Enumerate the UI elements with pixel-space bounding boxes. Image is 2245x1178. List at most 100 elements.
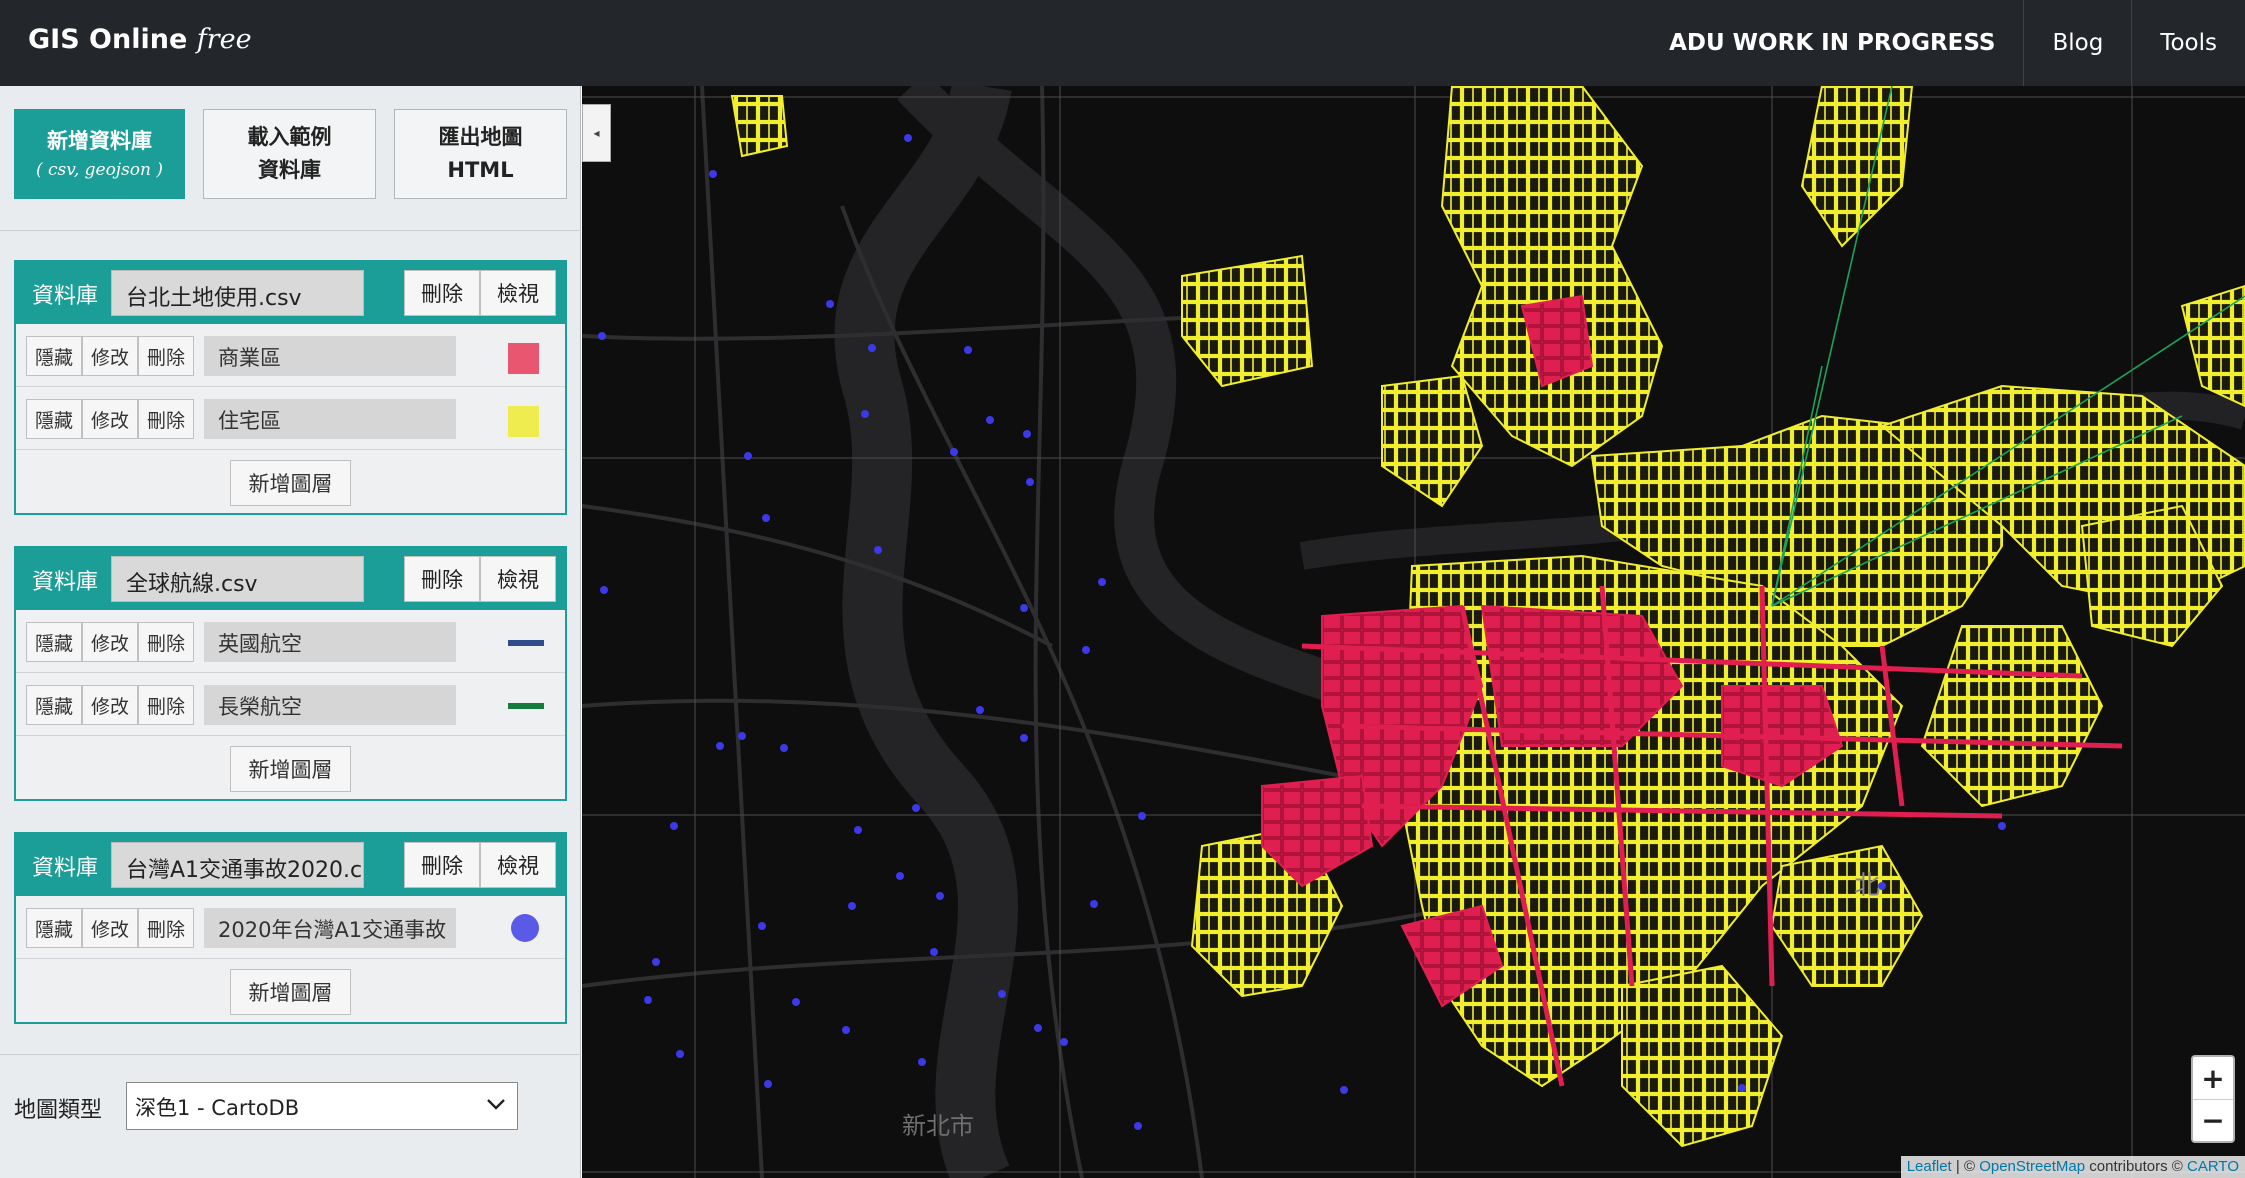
database-actions: 刪除 檢視	[404, 270, 556, 316]
view-database-button[interactable]: 檢視	[480, 842, 556, 888]
chevron-down-icon	[485, 1089, 507, 1124]
view-database-button[interactable]: 檢視	[480, 270, 556, 316]
layer-point-swatch[interactable]	[511, 914, 539, 942]
hide-layer-button[interactable]: 隱藏	[26, 908, 82, 948]
add-layer-button[interactable]: 新增圖層	[230, 746, 351, 792]
brand-name: GIS Online	[28, 24, 188, 55]
layer-actions: 隱藏 修改 刪除	[26, 336, 194, 376]
database-filename: 台北土地使用.csv	[111, 270, 364, 316]
database-label: 資料庫	[32, 284, 99, 309]
divider	[0, 230, 581, 231]
layer-row: 隱藏 修改 刪除 住宅區	[16, 387, 565, 450]
divider	[0, 1054, 581, 1055]
layer-actions: 隱藏 修改 刪除	[26, 399, 194, 439]
delete-layer-button[interactable]: 刪除	[138, 685, 194, 725]
layer-name: 長榮航空	[204, 685, 456, 725]
layer-name: 2020年台灣A1交通事故	[204, 908, 456, 948]
zoom-out-button[interactable]: −	[2193, 1099, 2233, 1141]
new-database-button[interactable]: 新增資料庫 ( csv, geojson )	[14, 109, 185, 199]
layer-actions: 隱藏 修改 刪除	[26, 908, 194, 948]
map-type-value: 深色1 - CartoDB	[135, 1096, 300, 1120]
database-card: 資料庫 全球航線.csv 刪除 檢視 隱藏 修改 刪除 英國航空 隱藏 修改 刪…	[14, 546, 567, 801]
edit-layer-button[interactable]: 修改	[82, 908, 138, 948]
map-type-label: 地圖類型	[14, 1098, 103, 1123]
load-example-button[interactable]: 載入範例 資料庫	[203, 109, 376, 199]
add-layer-row: 新增圖層	[16, 450, 565, 513]
layer-actions: 隱藏 修改 刪除	[26, 685, 194, 725]
collapse-sidebar-button[interactable]: ◂	[582, 104, 611, 162]
database-card: 資料庫 台灣A1交通事故2020.csv 刪除 檢視 隱藏 修改 刪除 2020…	[14, 832, 567, 1024]
layer-color-swatch[interactable]	[508, 406, 539, 437]
layer-line-swatch[interactable]	[508, 703, 544, 709]
nav-links: ADU WORK IN PROGRESS Blog Tools	[1641, 0, 2245, 86]
delete-layer-button[interactable]: 刪除	[138, 336, 194, 376]
map-attribution: Leaflet | © OpenStreetMap contributors ©…	[1900, 1156, 2245, 1178]
new-database-hint: ( csv, geojson )	[35, 160, 164, 181]
load-example-line1: 載入範例	[247, 125, 332, 150]
database-header: 資料庫 台灣A1交通事故2020.csv 刪除 檢視	[16, 834, 565, 896]
add-layer-row: 新增圖層	[16, 736, 565, 799]
attribution-sep: | ©	[1951, 1158, 1980, 1175]
map-canvas[interactable]: 新北市 北 ◂ + − Leaflet | © OpenStreetMap co…	[582, 86, 2245, 1178]
map-type-select[interactable]: 深色1 - CartoDB	[126, 1082, 518, 1130]
database-actions: 刪除 檢視	[404, 842, 556, 888]
map-label-new-taipei: 新北市	[902, 1112, 974, 1140]
brand-suffix: free	[196, 24, 252, 55]
zoom-control: + −	[2191, 1055, 2235, 1143]
hide-layer-button[interactable]: 隱藏	[26, 399, 82, 439]
database-label: 資料庫	[32, 856, 99, 881]
layer-name: 英國航空	[204, 622, 456, 662]
delete-database-button[interactable]: 刪除	[404, 842, 480, 888]
export-html-button[interactable]: 匯出地圖 HTML	[394, 109, 567, 199]
layer-row: 隱藏 修改 刪除 英國航空	[16, 610, 565, 673]
zoom-in-button[interactable]: +	[2193, 1057, 2233, 1099]
leaflet-link[interactable]: Leaflet	[1907, 1158, 1952, 1175]
carto-link[interactable]: CARTO	[2187, 1158, 2239, 1175]
database-actions: 刪除 檢視	[404, 556, 556, 602]
nav-blog[interactable]: Blog	[2023, 0, 2131, 86]
delete-layer-button[interactable]: 刪除	[138, 399, 194, 439]
layer-name: 商業區	[204, 336, 456, 376]
delete-layer-button[interactable]: 刪除	[138, 908, 194, 948]
layer-name: 住宅區	[204, 399, 456, 439]
database-label: 資料庫	[32, 570, 99, 595]
delete-database-button[interactable]: 刪除	[404, 270, 480, 316]
edit-layer-button[interactable]: 修改	[82, 622, 138, 662]
new-database-label: 新增資料庫	[47, 128, 152, 153]
view-database-button[interactable]: 檢視	[480, 556, 556, 602]
database-header: 資料庫 台北土地使用.csv 刪除 檢視	[16, 262, 565, 324]
openstreetmap-link[interactable]: OpenStreetMap	[1979, 1158, 2085, 1175]
add-layer-button[interactable]: 新增圖層	[230, 969, 351, 1015]
nav-adu-work-in-progress[interactable]: ADU WORK IN PROGRESS	[1641, 0, 2023, 86]
delete-database-button[interactable]: 刪除	[404, 556, 480, 602]
top-action-buttons: 新增資料庫 ( csv, geojson ) 載入範例 資料庫 匯出地圖 HTM…	[14, 109, 567, 199]
layer-color-swatch[interactable]	[508, 343, 539, 374]
attribution-sep: contributors ©	[2085, 1158, 2188, 1175]
export-line1: 匯出地圖	[438, 125, 523, 150]
hide-layer-button[interactable]: 隱藏	[26, 685, 82, 725]
navbar: GIS Online free ADU WORK IN PROGRESS Blo…	[0, 0, 2245, 86]
database-filename: 台灣A1交通事故2020.csv	[111, 842, 364, 888]
edit-layer-button[interactable]: 修改	[82, 685, 138, 725]
edit-layer-button[interactable]: 修改	[82, 399, 138, 439]
basemap: 新北市 北	[582, 86, 2245, 1178]
layer-row: 隱藏 修改 刪除 商業區	[16, 324, 565, 387]
export-line2: HTML	[447, 158, 514, 182]
layer-row: 隱藏 修改 刪除 2020年台灣A1交通事故	[16, 896, 565, 959]
nav-tools[interactable]: Tools	[2131, 0, 2245, 86]
database-filename: 全球航線.csv	[111, 556, 364, 602]
database-card: 資料庫 台北土地使用.csv 刪除 檢視 隱藏 修改 刪除 商業區 隱藏 修改 …	[14, 260, 567, 515]
sidebar: 新增資料庫 ( csv, geojson ) 載入範例 資料庫 匯出地圖 HTM…	[0, 86, 581, 1178]
add-layer-button[interactable]: 新增圖層	[230, 460, 351, 506]
layer-actions: 隱藏 修改 刪除	[26, 622, 194, 662]
collapse-left-icon: ◂	[593, 126, 600, 140]
layer-line-swatch[interactable]	[508, 640, 544, 646]
hide-layer-button[interactable]: 隱藏	[26, 336, 82, 376]
database-header: 資料庫 全球航線.csv 刪除 檢視	[16, 548, 565, 610]
edit-layer-button[interactable]: 修改	[82, 336, 138, 376]
delete-layer-button[interactable]: 刪除	[138, 622, 194, 662]
load-example-line2: 資料庫	[258, 158, 321, 182]
app-brand[interactable]: GIS Online free	[28, 24, 252, 55]
layer-row: 隱藏 修改 刪除 長榮航空	[16, 673, 565, 736]
hide-layer-button[interactable]: 隱藏	[26, 622, 82, 662]
